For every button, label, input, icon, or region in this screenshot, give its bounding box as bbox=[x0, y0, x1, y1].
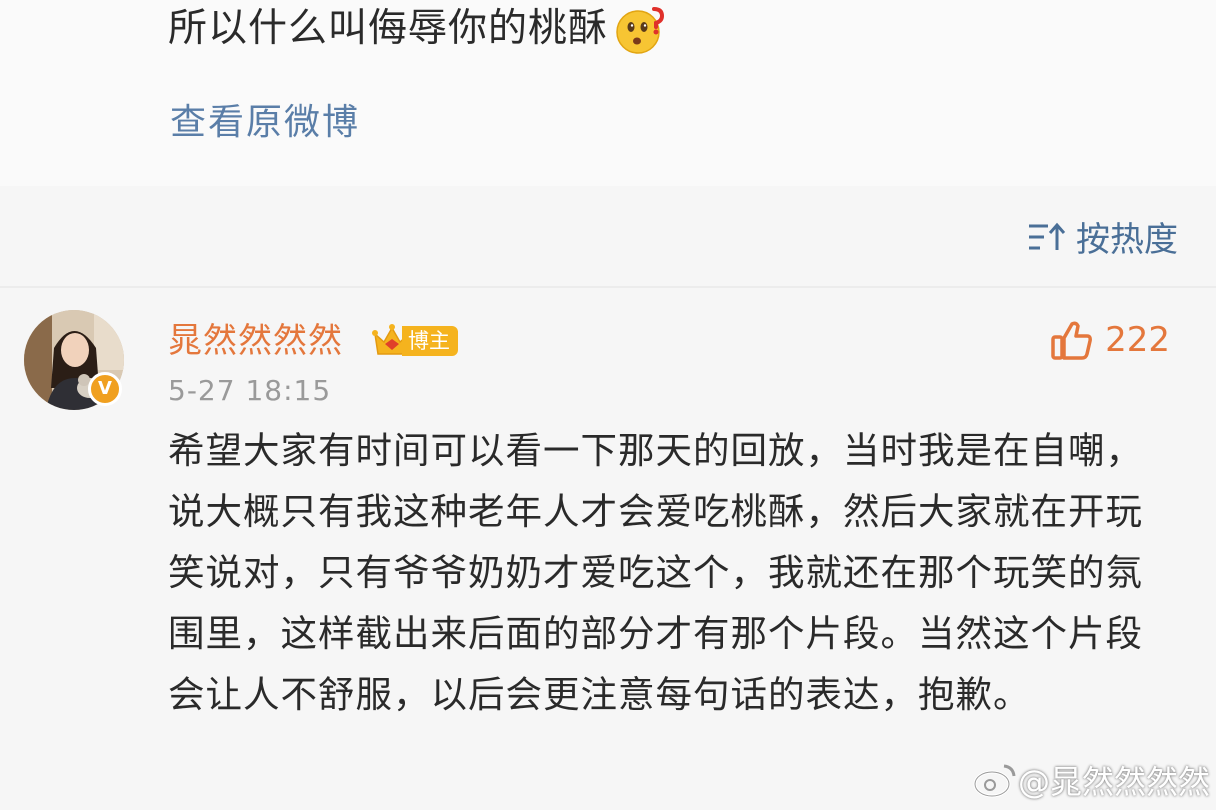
surprised-question-face-icon bbox=[616, 5, 665, 54]
sort-by-hot-button[interactable]: 按热度 bbox=[1028, 212, 1178, 261]
watermark-text: @晁然然然然 bbox=[1017, 763, 1210, 801]
avatar[interactable]: V bbox=[24, 310, 124, 410]
verified-badge: V bbox=[88, 372, 122, 406]
like-button[interactable]: 222 bbox=[1051, 320, 1170, 360]
watermark: @晁然然然然 bbox=[972, 757, 1210, 803]
sort-label: 按热度 bbox=[1076, 220, 1178, 260]
like-count: 222 bbox=[1105, 320, 1170, 360]
comment-username[interactable]: 晁然然然然 bbox=[168, 318, 343, 364]
post-text: 所以什么叫侮辱你的桃酥 bbox=[168, 6, 609, 51]
original-post-section: 所以什么叫侮辱你的桃酥 查看原微博 bbox=[0, 0, 1216, 186]
divider bbox=[0, 286, 1216, 288]
original-post-text: 所以什么叫侮辱你的桃酥 bbox=[168, 2, 665, 56]
sort-icon bbox=[1029, 222, 1066, 250]
comment-timestamp: 5-27 18:15 bbox=[168, 374, 332, 407]
host-badge: 博主 bbox=[372, 322, 458, 360]
host-badge-label: 博主 bbox=[402, 326, 458, 356]
view-original-post-link[interactable]: 查看原微博 bbox=[170, 98, 360, 148]
thumbs-up-icon bbox=[1051, 321, 1093, 360]
weibo-logo-icon bbox=[973, 764, 1016, 798]
comment-text: 希望大家有时间可以看一下那天的回放，当时我是在自嘲，说大概只有我这种老年人才会爱… bbox=[168, 429, 1143, 716]
